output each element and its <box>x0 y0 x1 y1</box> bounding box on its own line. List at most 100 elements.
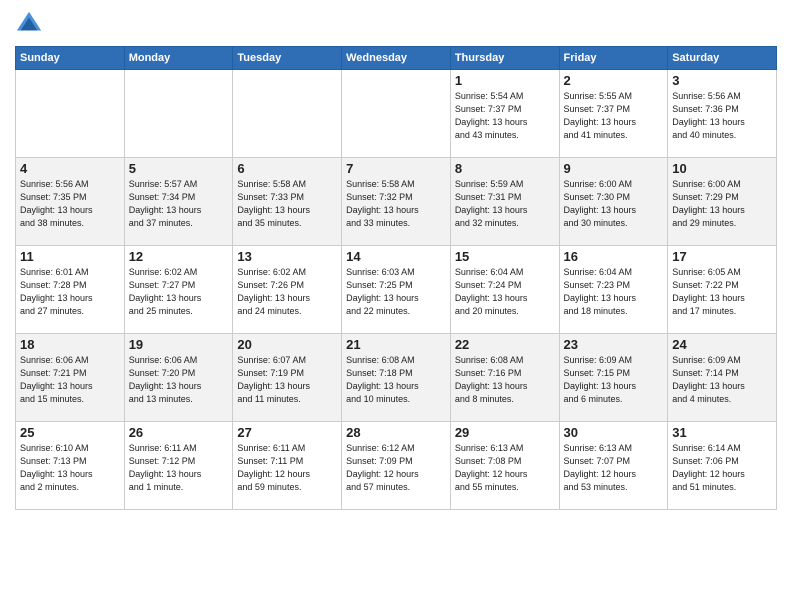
header-cell-friday: Friday <box>559 47 668 70</box>
day-cell: 30 Sunrise: 6:13 AM Sunset: 7:07 PM Dayli… <box>559 422 668 510</box>
day-cell: 25 Sunrise: 6:10 AM Sunset: 7:13 PM Dayli… <box>16 422 125 510</box>
header-cell-sunday: Sunday <box>16 47 125 70</box>
header-cell-wednesday: Wednesday <box>342 47 451 70</box>
day-info: Sunrise: 5:58 AM Sunset: 7:32 PM Dayligh… <box>346 178 446 230</box>
day-cell: 23Sunrise: 6:09 AM Sunset: 7:15 PM Dayli… <box>559 334 668 422</box>
day-number: 17 <box>672 249 772 264</box>
day-number: 29 <box>455 425 555 440</box>
day-info: Sunrise: 6:13 AM Sunset: 7:08 PM Dayligh… <box>455 442 555 494</box>
day-number: 5 <box>129 161 229 176</box>
day-cell <box>342 70 451 158</box>
week-row-5: 25 Sunrise: 6:10 AM Sunset: 7:13 PM Dayli… <box>16 422 777 510</box>
day-info: Sunrise: 5:55 AM Sunset: 7:37 PM Dayligh… <box>564 90 664 142</box>
logo-icon <box>15 10 43 38</box>
day-info: Sunrise: 6:14 AM Sunset: 7:06 PM Dayligh… <box>672 442 772 494</box>
day-number: 13 <box>237 249 337 264</box>
day-info: Sunrise: 6:08 AM Sunset: 7:16 PM Dayligh… <box>455 354 555 406</box>
day-cell: 12 Sunrise: 6:02 AM Sunset: 7:27 PM Dayli… <box>124 246 233 334</box>
day-info: Sunrise: 6:05 AM Sunset: 7:22 PM Dayligh… <box>672 266 772 318</box>
day-info: Sunrise: 6:11 AM Sunset: 7:12 PM Dayligh… <box>129 442 229 494</box>
day-number: 22 <box>455 337 555 352</box>
day-cell: 1 Sunrise: 5:54 AM Sunset: 7:37 PM Daylig… <box>450 70 559 158</box>
day-info: Sunrise: 5:56 AM Sunset: 7:36 PM Dayligh… <box>672 90 772 142</box>
week-row-3: 11Sunrise: 6:01 AM Sunset: 7:28 PM Dayli… <box>16 246 777 334</box>
day-info: Sunrise: 6:06 AM Sunset: 7:20 PM Dayligh… <box>129 354 229 406</box>
day-number: 15 <box>455 249 555 264</box>
day-cell: 4 Sunrise: 5:56 AM Sunset: 7:35 PM Daylig… <box>16 158 125 246</box>
day-number: 31 <box>672 425 772 440</box>
day-info: Sunrise: 5:59 AM Sunset: 7:31 PM Dayligh… <box>455 178 555 230</box>
day-cell: 13 Sunrise: 6:02 AM Sunset: 7:26 PM Dayli… <box>233 246 342 334</box>
header-cell-monday: Monday <box>124 47 233 70</box>
day-cell: 15 Sunrise: 6:04 AM Sunset: 7:24 PM Dayli… <box>450 246 559 334</box>
day-cell: 17 Sunrise: 6:05 AM Sunset: 7:22 PM Dayli… <box>668 246 777 334</box>
day-info: Sunrise: 6:00 AM Sunset: 7:30 PM Dayligh… <box>564 178 664 230</box>
day-number: 18 <box>20 337 120 352</box>
logo <box>15 10 47 38</box>
day-number: 27 <box>237 425 337 440</box>
day-info: Sunrise: 6:07 AM Sunset: 7:19 PM Dayligh… <box>237 354 337 406</box>
day-cell: 8 Sunrise: 5:59 AM Sunset: 7:31 PM Daylig… <box>450 158 559 246</box>
calendar-table: SundayMondayTuesdayWednesdayThursdayFrid… <box>15 46 777 510</box>
day-info: Sunrise: 6:12 AM Sunset: 7:09 PM Dayligh… <box>346 442 446 494</box>
day-info: Sunrise: 6:04 AM Sunset: 7:24 PM Dayligh… <box>455 266 555 318</box>
day-number: 24 <box>672 337 772 352</box>
day-cell: 3Sunrise: 5:56 AM Sunset: 7:36 PM Daylig… <box>668 70 777 158</box>
day-info: Sunrise: 5:56 AM Sunset: 7:35 PM Dayligh… <box>20 178 120 230</box>
day-number: 2 <box>564 73 664 88</box>
header-cell-tuesday: Tuesday <box>233 47 342 70</box>
header-cell-thursday: Thursday <box>450 47 559 70</box>
day-number: 12 <box>129 249 229 264</box>
page: SundayMondayTuesdayWednesdayThursdayFrid… <box>0 0 792 612</box>
day-number: 14 <box>346 249 446 264</box>
day-cell: 14Sunrise: 6:03 AM Sunset: 7:25 PM Dayli… <box>342 246 451 334</box>
header-row: SundayMondayTuesdayWednesdayThursdayFrid… <box>16 47 777 70</box>
day-cell: 20 Sunrise: 6:07 AM Sunset: 7:19 PM Dayli… <box>233 334 342 422</box>
day-cell: 7 Sunrise: 5:58 AM Sunset: 7:32 PM Daylig… <box>342 158 451 246</box>
day-number: 23 <box>564 337 664 352</box>
day-number: 19 <box>129 337 229 352</box>
day-info: Sunrise: 6:00 AM Sunset: 7:29 PM Dayligh… <box>672 178 772 230</box>
day-cell: 27Sunrise: 6:11 AM Sunset: 7:11 PM Dayli… <box>233 422 342 510</box>
day-cell: 21Sunrise: 6:08 AM Sunset: 7:18 PM Dayli… <box>342 334 451 422</box>
day-cell: 10 Sunrise: 6:00 AM Sunset: 7:29 PM Dayli… <box>668 158 777 246</box>
day-number: 25 <box>20 425 120 440</box>
day-number: 16 <box>564 249 664 264</box>
day-cell: 16 Sunrise: 6:04 AM Sunset: 7:23 PM Dayli… <box>559 246 668 334</box>
day-number: 7 <box>346 161 446 176</box>
day-number: 4 <box>20 161 120 176</box>
day-info: Sunrise: 6:13 AM Sunset: 7:07 PM Dayligh… <box>564 442 664 494</box>
day-info: Sunrise: 6:08 AM Sunset: 7:18 PM Dayligh… <box>346 354 446 406</box>
day-cell: 11Sunrise: 6:01 AM Sunset: 7:28 PM Dayli… <box>16 246 125 334</box>
day-cell <box>124 70 233 158</box>
day-number: 30 <box>564 425 664 440</box>
day-info: Sunrise: 6:04 AM Sunset: 7:23 PM Dayligh… <box>564 266 664 318</box>
day-number: 8 <box>455 161 555 176</box>
day-cell: 24Sunrise: 6:09 AM Sunset: 7:14 PM Dayli… <box>668 334 777 422</box>
day-number: 6 <box>237 161 337 176</box>
day-cell: 22 Sunrise: 6:08 AM Sunset: 7:16 PM Dayli… <box>450 334 559 422</box>
day-number: 1 <box>455 73 555 88</box>
day-info: Sunrise: 5:54 AM Sunset: 7:37 PM Dayligh… <box>455 90 555 142</box>
day-cell <box>233 70 342 158</box>
day-info: Sunrise: 5:57 AM Sunset: 7:34 PM Dayligh… <box>129 178 229 230</box>
day-info: Sunrise: 6:10 AM Sunset: 7:13 PM Dayligh… <box>20 442 120 494</box>
day-info: Sunrise: 6:02 AM Sunset: 7:26 PM Dayligh… <box>237 266 337 318</box>
header <box>15 10 777 38</box>
day-cell: 28Sunrise: 6:12 AM Sunset: 7:09 PM Dayli… <box>342 422 451 510</box>
day-info: Sunrise: 6:01 AM Sunset: 7:28 PM Dayligh… <box>20 266 120 318</box>
week-row-2: 4 Sunrise: 5:56 AM Sunset: 7:35 PM Daylig… <box>16 158 777 246</box>
week-row-1: 1 Sunrise: 5:54 AM Sunset: 7:37 PM Daylig… <box>16 70 777 158</box>
calendar-body: 1 Sunrise: 5:54 AM Sunset: 7:37 PM Daylig… <box>16 70 777 510</box>
day-cell: 9 Sunrise: 6:00 AM Sunset: 7:30 PM Daylig… <box>559 158 668 246</box>
day-info: Sunrise: 6:02 AM Sunset: 7:27 PM Dayligh… <box>129 266 229 318</box>
day-number: 10 <box>672 161 772 176</box>
day-cell: 2 Sunrise: 5:55 AM Sunset: 7:37 PM Daylig… <box>559 70 668 158</box>
day-cell: 18Sunrise: 6:06 AM Sunset: 7:21 PM Dayli… <box>16 334 125 422</box>
day-number: 9 <box>564 161 664 176</box>
day-number: 20 <box>237 337 337 352</box>
calendar-header: SundayMondayTuesdayWednesdayThursdayFrid… <box>16 47 777 70</box>
header-cell-saturday: Saturday <box>668 47 777 70</box>
day-cell: 31 Sunrise: 6:14 AM Sunset: 7:06 PM Dayli… <box>668 422 777 510</box>
day-cell: 19 Sunrise: 6:06 AM Sunset: 7:20 PM Dayli… <box>124 334 233 422</box>
